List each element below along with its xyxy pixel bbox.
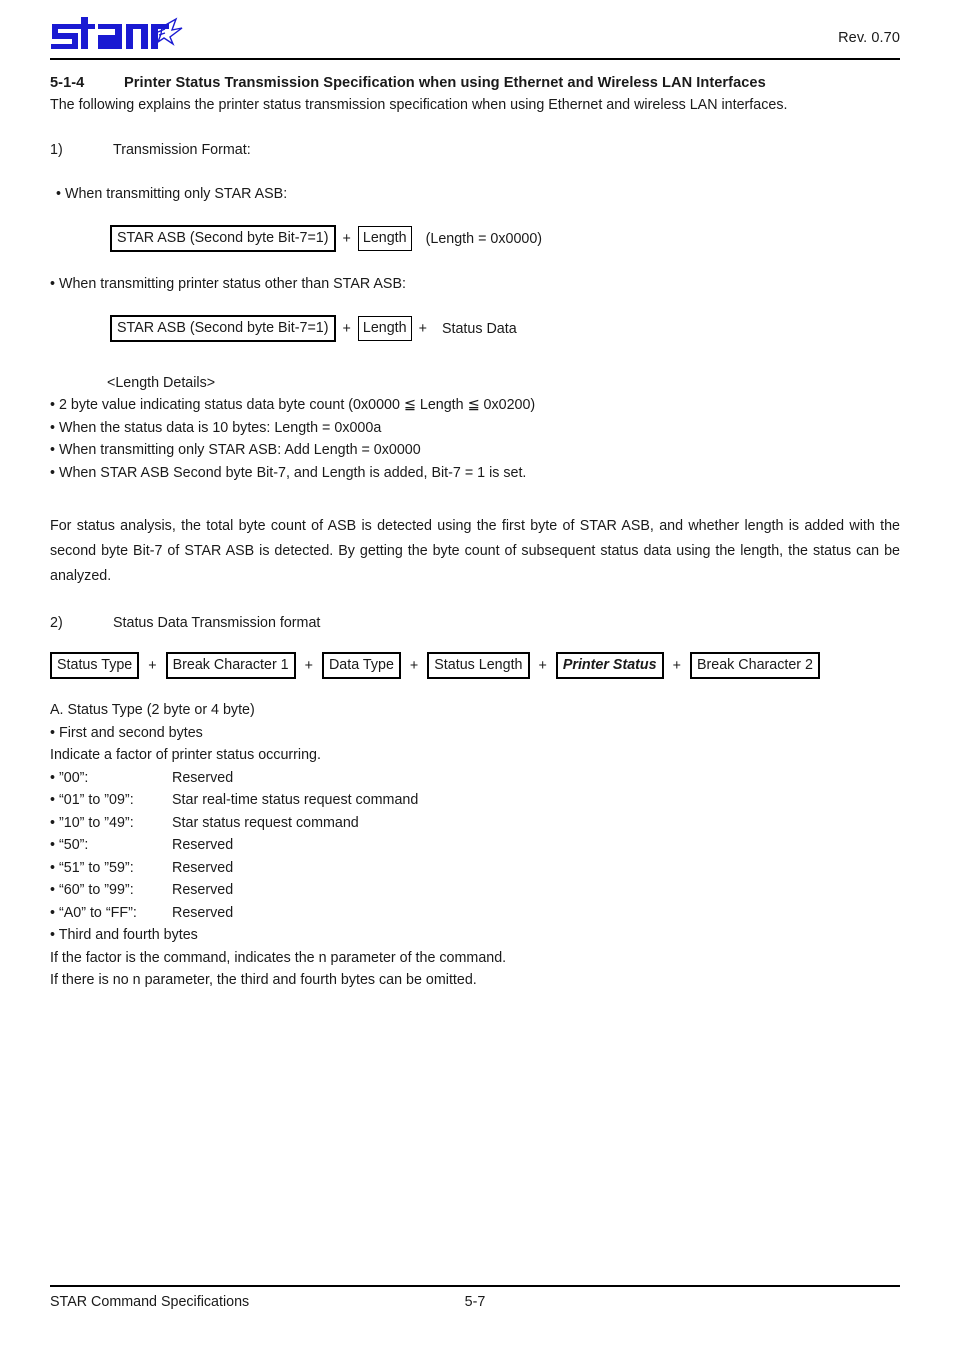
revision-label: Rev. 0.70 xyxy=(838,30,900,46)
status-code: • “01” to ”09”: xyxy=(50,792,134,808)
length-details-item: • When the status data is 10 bytes: Leng… xyxy=(50,419,382,436)
third-fourth-bytes-desc-1: If the factor is the command, indicates … xyxy=(50,949,507,966)
star-logo xyxy=(50,14,190,54)
status-code: • “51” to ”59”: xyxy=(50,859,134,876)
box-length: Length xyxy=(357,316,412,341)
status-type-row: • ”00”: Reserved xyxy=(50,767,900,790)
status-desc: Reserved xyxy=(172,882,234,898)
status-desc: Star status request command xyxy=(172,814,359,831)
transmission-diagram-b: STAR ASB (Second byte Bit-7=1) + Length … xyxy=(50,315,900,342)
status-desc: Reserved xyxy=(172,904,234,921)
section-title: Printer Status Transmission Specificatio… xyxy=(124,75,766,91)
item-1-label: Transmission Format: xyxy=(113,142,251,158)
page-footer: STAR Command Specifications 5-7 xyxy=(50,1294,900,1316)
status-data-label: Status Data xyxy=(441,320,517,337)
status-desc: Reserved xyxy=(172,769,234,786)
status-desc: Star real-time status request command xyxy=(172,792,419,808)
footer-divider xyxy=(50,1285,900,1287)
status-desc: Reserved xyxy=(172,837,234,853)
status-data-diagram: Status Type + Break Character 1 + Data T… xyxy=(50,652,900,679)
plus-sign: + xyxy=(418,320,427,337)
intro-paragraph: The following explains the printer statu… xyxy=(50,97,788,113)
item-2-marker: 2) xyxy=(50,615,63,631)
page-header: Rev. 0.70 xyxy=(50,12,900,60)
list-item-2: 2) Status Data Transmission format xyxy=(50,613,900,634)
status-type-title: A. Status Type (2 byte or 4 byte) xyxy=(50,702,255,718)
plus-sign: + xyxy=(672,657,681,674)
status-code: • ”10” to ”49”: xyxy=(50,814,134,831)
length-details-title: <Length Details> xyxy=(107,375,216,391)
box-star-asb: STAR ASB (Second byte Bit-7=1) xyxy=(110,315,336,342)
length-details-item: • When transmitting only STAR ASB: Add L… xyxy=(50,442,421,458)
length-details-item: • When STAR ASB Second byte Bit-7, and L… xyxy=(50,464,527,481)
box-status-type: Status Type xyxy=(50,652,140,679)
status-code: • “50”: xyxy=(50,837,89,853)
first-second-bytes-desc: Indicate a factor of printer status occu… xyxy=(50,747,321,763)
status-code: • ”00”: xyxy=(50,769,89,786)
box-star-asb: STAR ASB (Second byte Bit-7=1) xyxy=(110,225,336,252)
page-number: 5-7 xyxy=(464,1294,486,1310)
length-note: (Length = 0x0000) xyxy=(425,230,543,247)
header-divider xyxy=(50,58,900,60)
status-type-block: A. Status Type (2 byte or 4 byte) • Firs… xyxy=(50,699,900,992)
box-status-length: Status Length xyxy=(427,652,530,679)
length-details-block: <Length Details> • 2 byte value indicati… xyxy=(50,372,900,484)
section-number: 5-1-4 xyxy=(50,75,85,91)
box-data-type: Data Type xyxy=(321,652,401,679)
status-type-row: • “A0” to “FF”: Reserved xyxy=(50,902,900,925)
case-a-label: • When transmitting only STAR ASB: xyxy=(56,186,288,202)
status-type-row: • ”10” to ”49”: Star status request comm… xyxy=(50,812,900,835)
box-printer-status: Printer Status xyxy=(555,652,664,679)
status-type-row: • “60” to ”99”: Reserved xyxy=(50,879,900,902)
length-details-item: • 2 byte value indicating status data by… xyxy=(50,397,536,413)
plus-sign: + xyxy=(304,657,313,674)
status-desc: Reserved xyxy=(172,859,234,876)
box-break-character-2: Break Character 2 xyxy=(689,652,820,679)
analysis-paragraph: For status analysis, the total byte coun… xyxy=(50,518,900,584)
plus-sign: + xyxy=(538,657,547,674)
page-title: 5-1-4 Printer Status Transmission Specifi… xyxy=(50,72,900,95)
item-2-label: Status Data Transmission format xyxy=(113,615,321,631)
case-b-label: • When transmitting printer status other… xyxy=(50,276,406,292)
third-fourth-bytes-desc-2: If there is no n parameter, the third an… xyxy=(50,972,477,988)
plus-sign: + xyxy=(342,230,351,247)
plus-sign: + xyxy=(342,320,351,337)
item-1-marker: 1) xyxy=(50,142,63,158)
status-code: • “60” to ”99”: xyxy=(50,882,134,898)
plus-sign: + xyxy=(409,657,419,674)
status-type-row: • “50”: Reserved xyxy=(50,834,900,857)
transmission-diagram-a: STAR ASB (Second byte Bit-7=1) + Length … xyxy=(50,225,900,252)
document-page: Rev. 0.70 5-1-4 Printer Status Transmissi… xyxy=(0,0,954,1350)
list-item-1: 1) Transmission Format: xyxy=(50,140,900,161)
status-code: • “A0” to “FF”: xyxy=(50,904,137,921)
status-type-row: • “01” to ”09”: Star real-time status re… xyxy=(50,789,900,812)
page-body: 5-1-4 Printer Status Transmission Specifi… xyxy=(50,72,900,992)
box-break-character-1: Break Character 1 xyxy=(165,652,296,679)
status-type-row: • “51” to ”59”: Reserved xyxy=(50,857,900,880)
box-length: Length xyxy=(357,226,412,251)
third-fourth-bytes-label: • Third and fourth bytes xyxy=(50,927,198,943)
first-second-bytes-label: • First and second bytes xyxy=(50,724,203,741)
plus-sign: + xyxy=(148,657,157,674)
